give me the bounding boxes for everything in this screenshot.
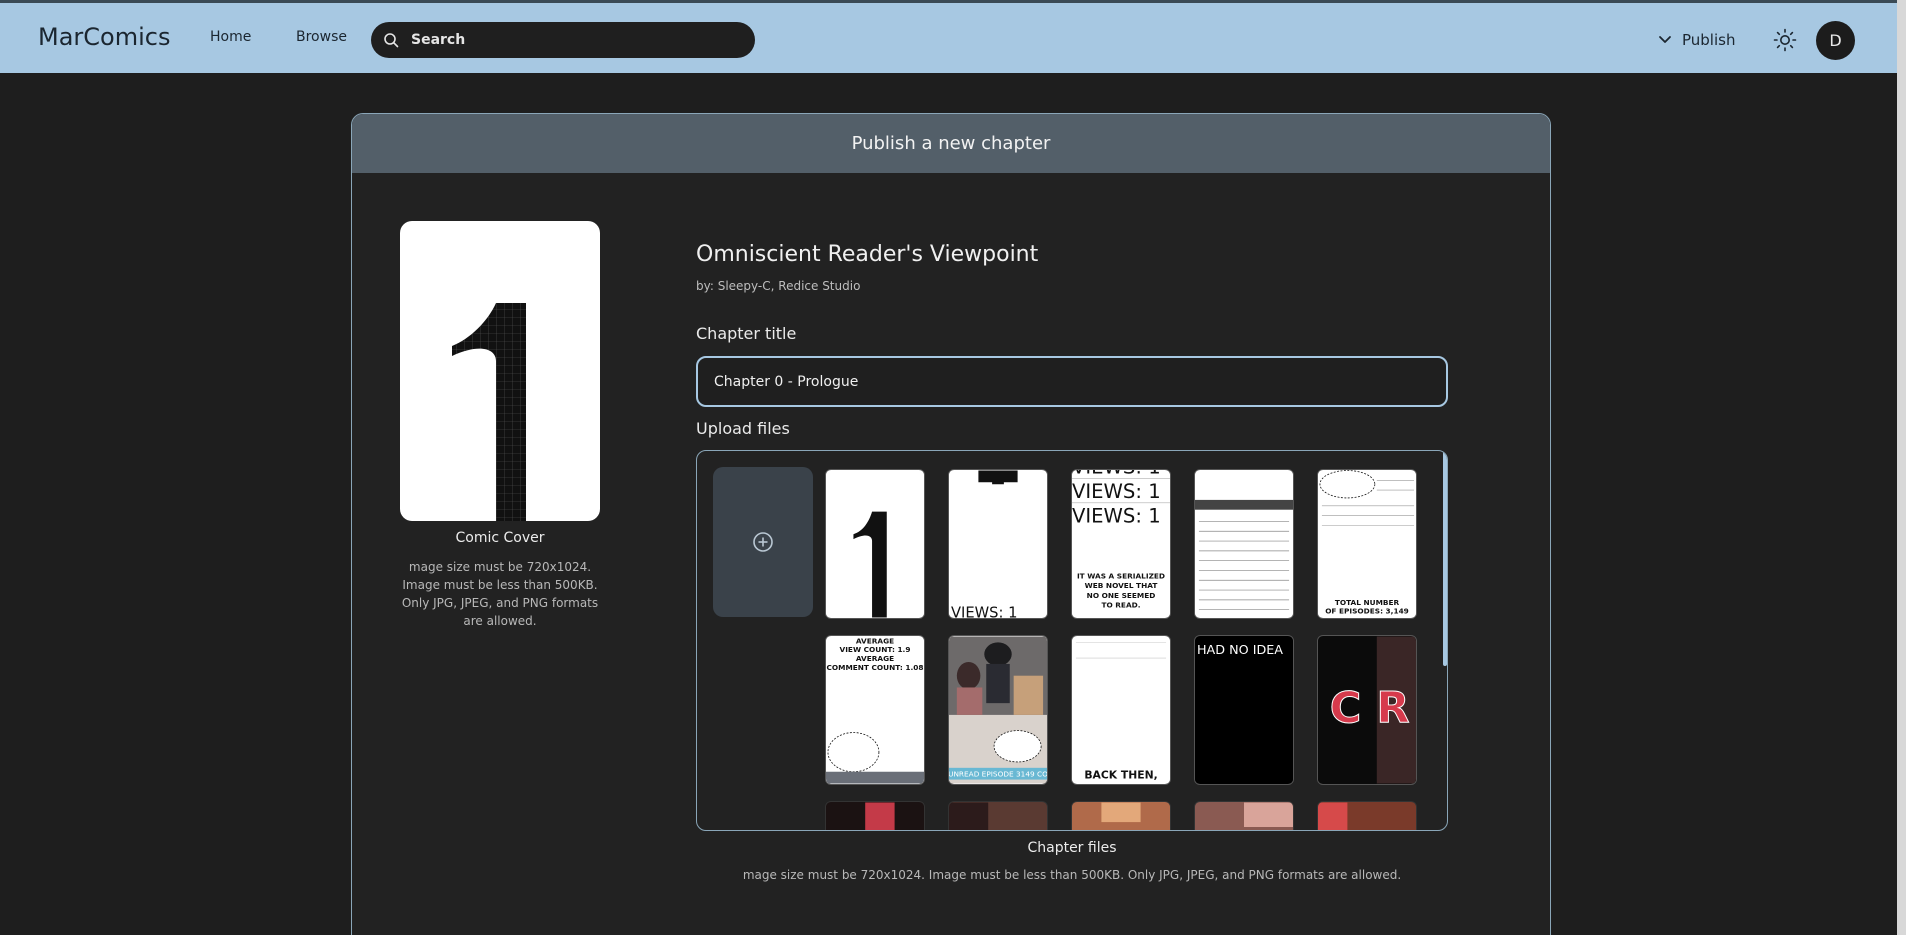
page-thumbnail[interactable] xyxy=(1194,801,1294,830)
add-file-button[interactable] xyxy=(713,467,813,617)
chapter-files-size-note: mage size must be 720x1024. Image must b… xyxy=(742,868,1402,882)
page-text: NO ONE SEEMED xyxy=(1087,591,1156,600)
page-image xyxy=(949,802,1047,830)
page-image: TOTAL NUMBER OF EPISODES: 3,149 xyxy=(1318,470,1416,618)
page-image xyxy=(1195,802,1293,830)
page-text: TO READ. xyxy=(1101,601,1140,610)
page-image: BACK THEN, xyxy=(1072,636,1170,784)
page-text: AVERAGE xyxy=(856,654,894,663)
page-text: C R xyxy=(1330,684,1410,734)
page-image: UNREAD EPISODE 3149 CO xyxy=(949,636,1047,784)
page-image xyxy=(1318,802,1416,830)
brand-logo[interactable]: MarComics xyxy=(38,23,170,51)
page-image: VIEWS: 1 xyxy=(949,470,1047,618)
page-text: BACK THEN, xyxy=(1084,769,1157,782)
page-thumbnail[interactable]: AVERAGE VIEW COUNT: 1.9 AVERAGE COMMENT … xyxy=(825,635,925,785)
page-image xyxy=(1195,470,1293,618)
publish-label: Publish xyxy=(1682,31,1736,49)
comic-cover-image[interactable] xyxy=(400,221,600,521)
page-thumbnail[interactable]: UNREAD EPISODE 3149 CO xyxy=(948,635,1048,785)
page-text: COMMENT COUNT: 1.08 xyxy=(827,663,924,672)
page-thumbnail[interactable]: BACK THEN, xyxy=(1071,635,1171,785)
page-image: VIEWS: 1 VIEWS: 1 VIEWS: 1 IT WAS A SERI… xyxy=(1072,470,1170,618)
page-image: HAD NO IDEA xyxy=(1195,636,1293,784)
publish-chapter-card: Publish a new chapter Comic Cover mage s… xyxy=(351,113,1551,935)
comic-author: by: Sleepy-C, Redice Studio xyxy=(696,279,861,293)
page-image xyxy=(1072,802,1170,830)
page-thumbnail[interactable]: C R xyxy=(1317,635,1417,785)
upload-files-label: Upload files xyxy=(696,419,790,438)
page-text: OF EPISODES: 3,149 xyxy=(1325,607,1409,616)
page-image: AVERAGE VIEW COUNT: 1.9 AVERAGE COMMENT … xyxy=(826,636,924,784)
user-avatar[interactable]: D xyxy=(1816,21,1855,60)
chapter-files-caption: Chapter files xyxy=(1027,840,1117,856)
cover-size-note: mage size must be 720x1024. Image must b… xyxy=(401,560,599,628)
page-text: UNREAD EPISODE 3149 CO xyxy=(949,770,1047,779)
search-icon xyxy=(384,33,399,48)
page-image xyxy=(826,470,924,618)
page-thumbnail[interactable] xyxy=(1194,469,1294,619)
page-thumbnail[interactable] xyxy=(948,801,1048,830)
publish-menu-button[interactable]: Publish xyxy=(1656,27,1735,53)
nav-browse-link[interactable]: Browse xyxy=(296,29,347,45)
chapter-title-input[interactable] xyxy=(696,356,1448,407)
chapter-title-label: Chapter title xyxy=(696,324,797,343)
page-text: HAD NO IDEA xyxy=(1197,643,1283,658)
page-text: VIEWS: 1 xyxy=(1072,480,1161,503)
search-bar[interactable] xyxy=(371,22,755,58)
page-text: VIEW COUNT: 1.9 xyxy=(840,645,911,654)
page-text: VIEWS: 1 xyxy=(1072,470,1161,478)
nav-home-link[interactable]: Home xyxy=(210,29,251,45)
comic-title: Omniscient Reader's Viewpoint xyxy=(696,242,1039,267)
sun-icon[interactable] xyxy=(1773,28,1797,52)
plus-circle-icon xyxy=(753,532,773,552)
chevron-down-icon xyxy=(1659,36,1671,43)
page-text: VIEWS: 1 xyxy=(951,605,1017,619)
page-thumbnail[interactable] xyxy=(1071,801,1171,830)
card-header: Publish a new chapter xyxy=(352,114,1550,173)
page-text: IT WAS A SERIALIZED xyxy=(1077,571,1165,580)
page-thumbnail[interactable] xyxy=(1317,801,1417,830)
page-text: WEB NOVEL THAT xyxy=(1085,581,1158,590)
upload-dropzone[interactable]: VIEWS: 1 VIEWS: 1 VIEWS: 1 VIEWS: 1 IT W… xyxy=(696,450,1448,831)
page-thumbnail[interactable]: TOTAL NUMBER OF EPISODES: 3,149 xyxy=(1317,469,1417,619)
page-thumbnail[interactable]: VIEWS: 1 xyxy=(948,469,1048,619)
page-thumbnail[interactable] xyxy=(825,801,925,830)
page-scrollbar[interactable] xyxy=(1897,0,1906,935)
cover-caption: Comic Cover xyxy=(455,530,545,546)
cover-art xyxy=(452,303,526,521)
upload-scrollbar[interactable] xyxy=(1443,451,1447,666)
search-input[interactable] xyxy=(411,22,741,58)
page-thumbnail[interactable] xyxy=(825,469,925,619)
page-image xyxy=(826,802,924,830)
page-text: VIEWS: 1 xyxy=(1072,504,1161,527)
page-text: AVERAGE xyxy=(856,636,894,645)
page-image: C R xyxy=(1318,636,1416,784)
top-navbar: MarComics Home Browse Publish D xyxy=(0,0,1906,73)
page-thumbnail[interactable]: VIEWS: 1 VIEWS: 1 VIEWS: 1 IT WAS A SERI… xyxy=(1071,469,1171,619)
page-text: TOTAL NUMBER xyxy=(1335,598,1400,607)
page-thumbnail[interactable]: HAD NO IDEA xyxy=(1194,635,1294,785)
